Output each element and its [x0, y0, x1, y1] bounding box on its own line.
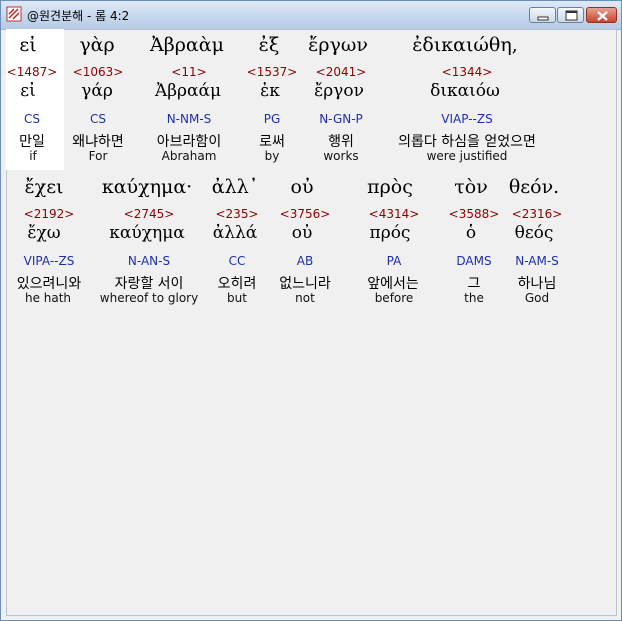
greek-word: οὐ [290, 176, 314, 198]
greek-word: καύχημα· [101, 176, 193, 198]
title-bar[interactable]: @원견분해 - 롬 4:2 [1, 1, 621, 30]
korean-gloss: 아브라함이 [156, 134, 222, 150]
morphology-code: N-GN-P [319, 112, 363, 126]
close-icon [597, 11, 608, 21]
morphology-code: VIAP--ZS [441, 112, 493, 126]
close-button[interactable] [586, 7, 617, 23]
english-gloss: but [227, 291, 247, 305]
morphology-code: CC [228, 254, 246, 268]
strong-number[interactable]: <1537> [247, 65, 298, 79]
app-icon [6, 6, 22, 22]
english-gloss: whereof to glory [99, 291, 199, 305]
korean-gloss: 그 [467, 276, 481, 292]
english-gloss: by [264, 149, 280, 163]
strong-number[interactable]: <11> [171, 65, 206, 79]
strong-number[interactable]: <1063> [73, 65, 124, 79]
lemma: πρός [369, 223, 411, 243]
english-gloss: the [464, 291, 484, 305]
strong-number[interactable]: <2041> [316, 65, 367, 79]
english-gloss: before [374, 291, 414, 305]
strong-number[interactable]: <2745> [124, 207, 175, 221]
lemma: ὁ [465, 223, 477, 243]
korean-gloss: 로써 [259, 134, 285, 150]
strong-number[interactable]: <3756> [280, 207, 331, 221]
morphology-code: AB [296, 254, 314, 268]
greek-word: εἰ [19, 34, 37, 56]
lemma: δικαιόω [430, 81, 500, 101]
greek-word: θεόν. [508, 176, 560, 198]
strong-number[interactable]: <3588> [449, 207, 500, 221]
strong-number[interactable]: <2316> [512, 207, 563, 221]
english-gloss: he hath [24, 291, 72, 305]
greek-word: ἔργων [308, 34, 368, 56]
greek-word: ἐξ [258, 34, 280, 56]
english-gloss: God [524, 291, 550, 305]
greek-word: Ἀβραὰμ [150, 34, 224, 56]
lemma: ἐκ [260, 81, 280, 101]
lemma: ἀλλά [212, 223, 258, 243]
morphology-code: CS [24, 112, 40, 126]
morphology-code: CS [90, 112, 106, 126]
morphology-code: PG [263, 112, 281, 126]
greek-word: τὸν [454, 176, 488, 198]
maximize-icon [565, 10, 578, 21]
english-gloss: For [88, 149, 108, 163]
korean-gloss: 의롭다 하심을 얻었으면 [398, 134, 536, 150]
greek-word: ἀλλ᾽ [211, 176, 259, 198]
lemma: οὐ [291, 223, 313, 243]
greek-word: ἔχει [24, 176, 64, 198]
lemma: ἔργον [314, 81, 364, 101]
lemma: Ἀβραάμ [154, 81, 222, 101]
minimize-button[interactable] [529, 7, 556, 23]
window-title: @원견분해 - 롬 4:2 [27, 9, 130, 23]
strong-number[interactable]: <1344> [442, 65, 493, 79]
strong-number[interactable]: <4314> [369, 207, 420, 221]
interlinear-window: @원견분해 - 롬 4:2 εἰ <1487> εἰ CS 만일 if γὰρ … [0, 0, 622, 621]
lemma: θεός [514, 223, 554, 243]
morphology-code: N-AN-S [127, 254, 171, 268]
greek-word: πρὸς [367, 176, 413, 198]
lemma: ἔχω [27, 223, 61, 243]
korean-gloss: 오히려 [217, 276, 257, 292]
english-gloss: if [29, 149, 37, 163]
english-gloss: not [295, 291, 315, 305]
morphology-code: N-AM-S [515, 254, 559, 268]
maximize-button[interactable] [557, 7, 584, 23]
morphology-code: VIPA--ZS [23, 254, 75, 268]
greek-word: ἐδικαιώθη, [412, 34, 518, 56]
korean-gloss: 자랑할 서이 [114, 276, 184, 292]
korean-gloss: 하나님 [517, 276, 557, 292]
morphology-code: N-NM-S [166, 112, 212, 126]
strong-number[interactable]: <2192> [24, 207, 75, 221]
lemma: γάρ [81, 81, 113, 101]
korean-gloss: 왜냐하면 [72, 134, 124, 150]
korean-gloss: 행위 [328, 134, 354, 150]
korean-gloss: 없느니라 [279, 276, 331, 292]
english-gloss: works [323, 149, 359, 163]
english-gloss: were justified [426, 149, 508, 163]
morphology-code: PA [386, 254, 402, 268]
strong-number[interactable]: <1487> [7, 65, 58, 79]
english-gloss: Abraham [161, 149, 217, 163]
lemma: εἰ [20, 81, 36, 101]
minimize-icon [537, 16, 549, 21]
strong-number[interactable]: <235> [215, 207, 258, 221]
lemma: καύχημα [109, 223, 185, 243]
korean-gloss: 앞에서는 [367, 276, 419, 292]
morphology-code: DAMS [456, 254, 492, 268]
greek-word: γὰρ [79, 34, 115, 56]
korean-gloss: 있으려니와 [16, 276, 82, 292]
korean-gloss: 만일 [19, 134, 45, 150]
